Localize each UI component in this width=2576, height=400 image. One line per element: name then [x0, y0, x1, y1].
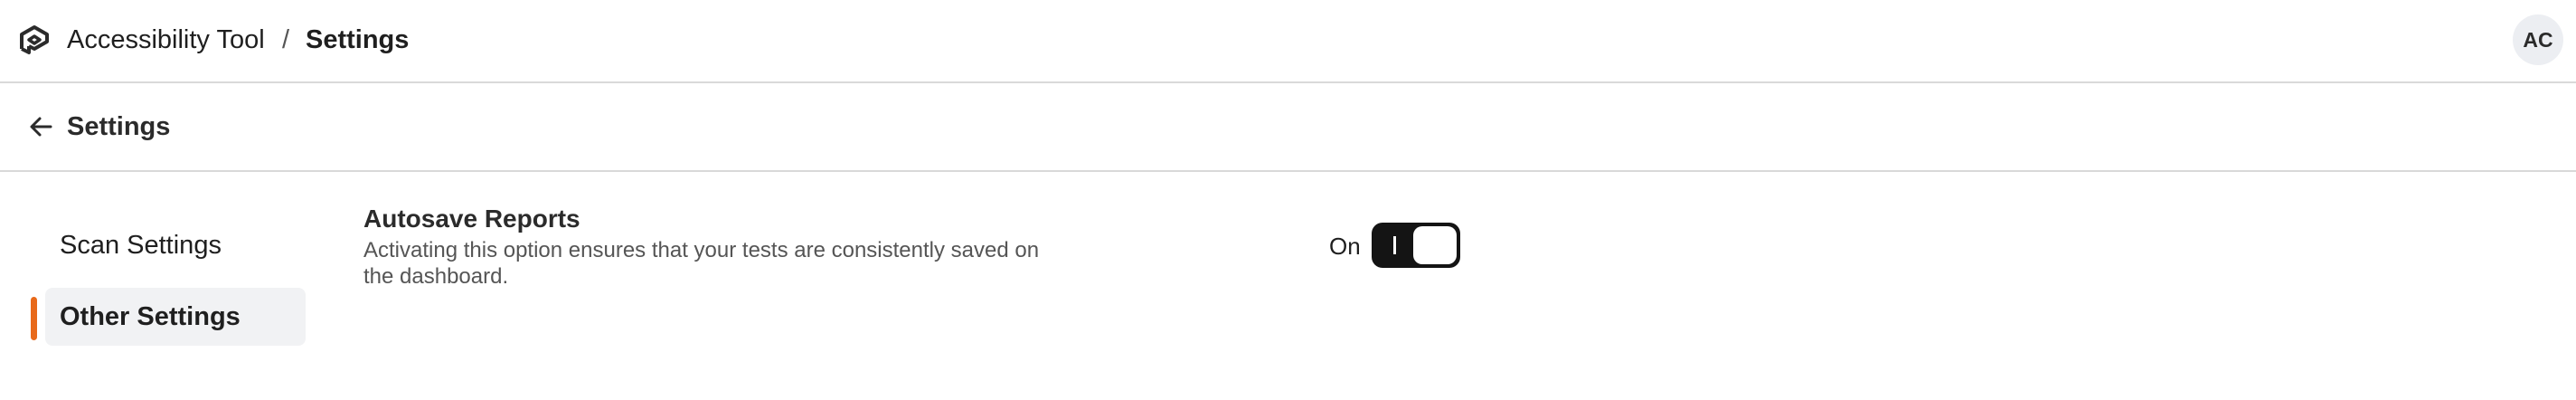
top-navigation-bar: Accessibility Tool / Settings AC [0, 0, 2576, 83]
page-title: Settings [67, 112, 171, 141]
breadcrumb-separator: / [282, 25, 290, 54]
sidebar-item-scan-settings[interactable]: Scan Settings [45, 216, 306, 274]
app-logo-icon[interactable] [16, 22, 52, 58]
toggle-knob [1413, 226, 1457, 264]
back-arrow-icon[interactable] [25, 110, 58, 143]
breadcrumb-current: Settings [306, 25, 410, 54]
toggle-on-mark-icon [1393, 236, 1396, 254]
sidebar-item-other-settings[interactable]: Other Settings [45, 288, 306, 346]
page-header: Settings [0, 83, 2576, 172]
autosave-setting-title: Autosave Reports [363, 205, 580, 233]
app-name-link[interactable]: Accessibility Tool [67, 25, 265, 55]
autosave-setting-description: Activating this option ensures that your… [363, 238, 1040, 289]
active-nav-indicator [31, 297, 37, 340]
autosave-toggle-state-label: On [1329, 233, 1361, 260]
user-avatar[interactable]: AC [2513, 14, 2563, 65]
autosave-toggle[interactable] [1372, 223, 1460, 268]
